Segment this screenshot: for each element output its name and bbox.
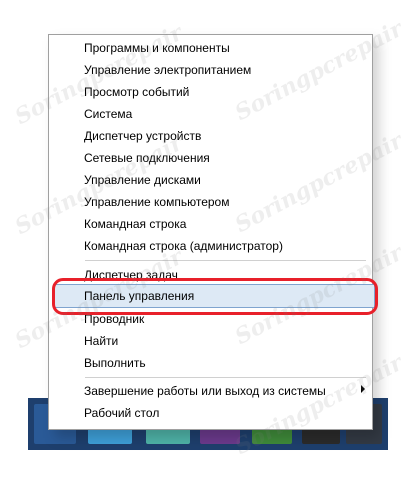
annotation-outline bbox=[52, 278, 378, 315]
menu-item-desktop[interactable]: Рабочий стол bbox=[84, 402, 159, 424]
menu-item-event-viewer[interactable]: Просмотр событий bbox=[84, 81, 189, 103]
menu-item-run[interactable]: Выполнить bbox=[84, 352, 146, 374]
menu-item-power-options[interactable]: Управление электропитанием bbox=[84, 59, 251, 81]
context-menu: Программы и компоненты Управление электр… bbox=[48, 34, 373, 430]
chevron-right-icon bbox=[361, 385, 365, 393]
menu-item-system[interactable]: Система bbox=[84, 103, 132, 125]
menu-item-disk-management[interactable]: Управление дисками bbox=[84, 169, 201, 191]
menu-item-computer-management[interactable]: Управление компьютером bbox=[84, 191, 229, 213]
menu-item-command-prompt[interactable]: Командная строка bbox=[84, 213, 186, 235]
menu-item-device-manager[interactable]: Диспетчер устройств bbox=[84, 125, 201, 147]
menu-separator bbox=[85, 377, 366, 378]
menu-separator bbox=[85, 260, 366, 261]
menu-item-shut-down-or-sign-out[interactable]: Завершение работы или выход из системы bbox=[84, 380, 326, 402]
menu-item-search[interactable]: Найти bbox=[84, 330, 118, 352]
menu-item-programs-and-features[interactable]: Программы и компоненты bbox=[84, 37, 230, 59]
menu-item-command-prompt-admin[interactable]: Командная строка (администратор) bbox=[84, 235, 283, 257]
menu-item-network-connections[interactable]: Сетевые подключения bbox=[84, 147, 210, 169]
